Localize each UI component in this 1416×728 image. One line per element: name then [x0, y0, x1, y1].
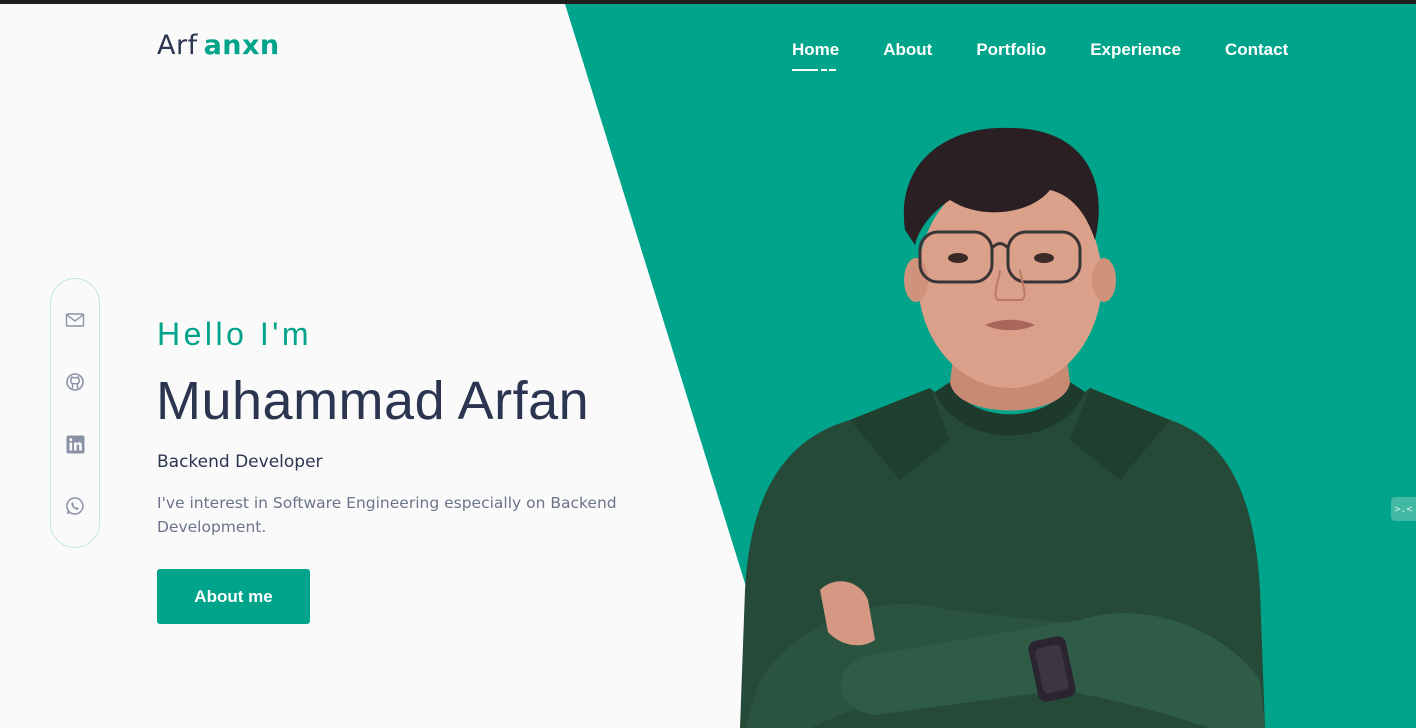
hero-name: Muhammad Arfan [156, 371, 590, 431]
brand-logo[interactable]: Arf anxn [157, 30, 280, 61]
hero-role: Backend Developer [157, 452, 323, 472]
nav-contact[interactable]: Contact [1225, 40, 1288, 60]
nav-about[interactable]: About [883, 40, 932, 60]
brand-logo-part2: anxn [203, 30, 280, 61]
main-nav: Home About Portfolio Experience Contact [792, 40, 1288, 71]
side-toggle-tab[interactable]: >.< [1391, 497, 1416, 521]
hero-greeting: Hello I'm [157, 316, 312, 352]
whatsapp-icon[interactable] [64, 495, 86, 517]
social-links-bar [50, 278, 100, 548]
nav-home-label: Home [792, 40, 840, 59]
nav-home[interactable]: Home [792, 40, 840, 71]
profile-photo [740, 127, 1265, 728]
linkedin-icon[interactable] [64, 433, 86, 455]
hero-description: I've interest in Software Engineering es… [157, 494, 617, 536]
window-top-bar [0, 0, 1416, 4]
mail-icon[interactable] [64, 309, 86, 331]
brand-logo-part1: Arf [157, 30, 198, 61]
nav-experience[interactable]: Experience [1090, 40, 1181, 60]
about-me-button[interactable]: About me [157, 569, 310, 624]
nav-portfolio[interactable]: Portfolio [976, 40, 1046, 60]
nav-active-underline [792, 69, 836, 71]
github-icon[interactable] [64, 371, 86, 393]
